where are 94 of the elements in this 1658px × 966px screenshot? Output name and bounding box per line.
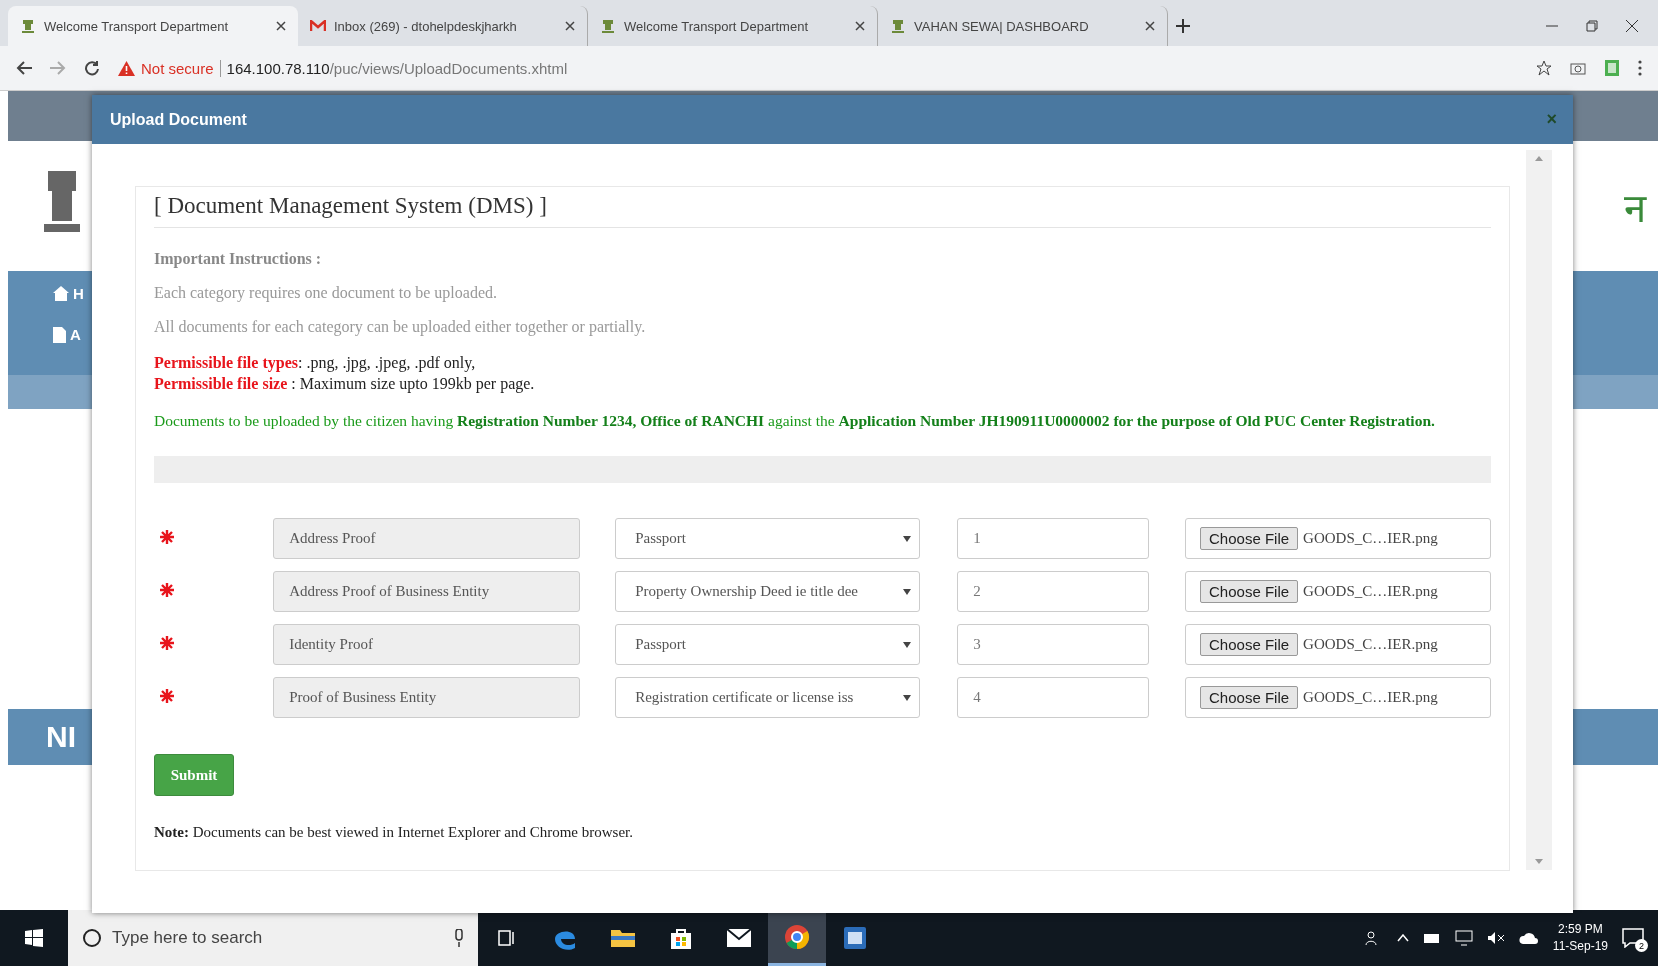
document-type-select[interactable]: Property Ownership Deed ie title dee — [615, 571, 921, 612]
clock-date: 11-Sep-19 — [1552, 938, 1608, 955]
dialog-title: Upload Document — [110, 110, 247, 129]
file-name: GOODS_C…IER.png — [1303, 583, 1438, 600]
document-icon — [53, 326, 66, 343]
choose-file-button[interactable]: Choose File — [1200, 686, 1299, 709]
restore-icon — [1586, 20, 1598, 32]
note-label: Note: — [154, 824, 189, 840]
home-icon — [53, 286, 69, 301]
file-name: GOODS_C…IER.png — [1303, 689, 1438, 706]
footer-logo-text: NI — [46, 720, 76, 754]
note-text: Documents can be best viewed in Internet Explorer and Chrome browser. — [191, 824, 633, 840]
microphone-icon — [454, 929, 464, 947]
rule-value: : .png, .jpg, .jpeg, .pdf only, — [297, 354, 476, 371]
menu-icon — [1638, 60, 1642, 76]
notification-icon — [1622, 928, 1644, 948]
close-icon — [276, 21, 286, 31]
file-input[interactable]: Choose File GOODS_C…IER.png — [1185, 624, 1491, 665]
banner-text: न — [1624, 183, 1646, 233]
search-field[interactable]: Type here to search — [68, 910, 478, 966]
close-icon — [1145, 21, 1155, 31]
forward-icon — [50, 61, 66, 75]
warning-icon — [118, 60, 135, 76]
nav-link[interactable]: A — [70, 326, 81, 343]
close-icon — [1626, 20, 1638, 32]
caret-icon — [903, 588, 912, 595]
category-field: Address Proof of Business Entity — [273, 571, 581, 612]
required-icon — [160, 529, 174, 544]
chrome-icon — [784, 923, 810, 950]
choose-file-button[interactable]: Choose File — [1200, 633, 1299, 656]
instruction-text: Each category requires one document to be uploaded. — [154, 284, 498, 302]
app-window-icon — [843, 926, 867, 950]
nav-link[interactable]: H — [73, 285, 84, 302]
document-number-field[interactable]: 4 — [957, 677, 1149, 718]
rule-label: Permissible file size — [154, 375, 288, 392]
required-icon — [160, 688, 174, 703]
category-field: Identity Proof — [273, 624, 581, 665]
category-field: Proof of Business Entity — [273, 677, 581, 718]
notification-count: 2 — [1635, 939, 1648, 952]
folder-icon — [610, 928, 636, 948]
extension-icon — [1604, 59, 1620, 77]
url-path: /puc/views/UploadDocuments.xhtml — [329, 59, 568, 77]
scrollbar[interactable] — [1526, 150, 1552, 870]
document-number-field[interactable]: 1 — [957, 518, 1149, 559]
chevron-up-icon — [1396, 934, 1409, 942]
required-icon — [160, 582, 174, 597]
file-name: GOODS_C…IER.png — [1303, 636, 1438, 653]
task-view-icon — [498, 930, 516, 946]
document-type-select[interactable]: Passport — [615, 624, 921, 665]
rule-label: Permissible file types — [154, 354, 298, 371]
category-field: Address Proof — [273, 518, 581, 559]
file-input[interactable]: Choose File GOODS_C…IER.png — [1185, 571, 1491, 612]
rule-value: : Maximum size upto 199kb per page. — [290, 375, 535, 392]
required-icon — [160, 635, 174, 650]
close-icon — [855, 21, 865, 31]
file-name: GOODS_C…IER.png — [1303, 530, 1438, 547]
clock-time: 2:59 PM — [1558, 921, 1603, 938]
notice-text: Documents to be uploaded by the citizen having Registration Number 1234, Office of RANCHI against the Application Number JH190911U0000002 for the purpose of Old PUC Center Registration. — [154, 411, 1436, 431]
speaker-mute-icon — [1486, 931, 1505, 945]
security-label: Not secure — [141, 59, 214, 77]
instructions-title: Important Instructions : — [154, 250, 323, 268]
camera-icon — [1570, 61, 1586, 75]
scroll-down-icon — [1535, 859, 1543, 864]
instruction-text: All documents for each category can be uploaded either together or partially. — [154, 318, 647, 336]
url-host: 164.100.78.110 — [226, 59, 330, 77]
choose-file-button[interactable]: Choose File — [1200, 580, 1299, 603]
caret-icon — [903, 641, 912, 648]
document-number-field[interactable]: 2 — [957, 571, 1149, 612]
file-input[interactable]: Choose File GOODS_C…IER.png — [1185, 677, 1491, 718]
document-type-select[interactable]: Passport — [615, 518, 921, 559]
close-icon — [565, 21, 575, 31]
caret-icon — [903, 694, 912, 701]
browser-tab[interactable]: Welcome Transport Department — [8, 6, 298, 46]
section-heading: [ Document Management System (DMS) ] — [154, 193, 1491, 228]
scroll-up-icon — [1535, 156, 1543, 161]
new-tab-icon — [1176, 19, 1190, 33]
envelope-icon — [726, 928, 752, 948]
emblem-icon — [20, 18, 36, 34]
reload-icon — [84, 60, 100, 76]
mail-icon — [310, 20, 326, 32]
document-number-field[interactable]: 3 — [957, 624, 1149, 665]
cloud-icon — [1518, 931, 1539, 945]
back-icon — [16, 61, 32, 75]
emblem-icon — [600, 18, 616, 34]
choose-file-button[interactable]: Choose File — [1200, 527, 1299, 550]
taskbar-app[interactable] — [768, 910, 826, 966]
file-input[interactable]: Choose File GOODS_C…IER.png — [1185, 518, 1491, 559]
star-icon — [1536, 60, 1552, 76]
emblem-icon — [890, 18, 906, 34]
caret-icon — [903, 535, 912, 542]
windows-icon — [25, 929, 43, 947]
document-type-select[interactable]: Registration certificate or license iss — [615, 677, 921, 718]
search-icon — [82, 928, 102, 948]
shopping-bag-icon — [669, 926, 693, 950]
